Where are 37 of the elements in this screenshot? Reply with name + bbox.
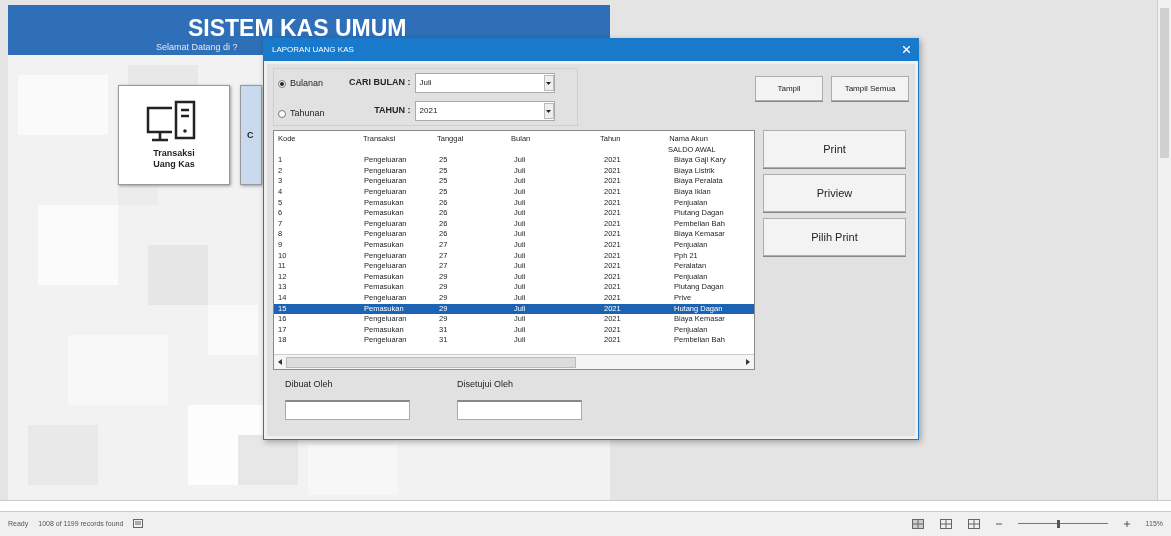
card-label: Transaksi Uang Kas: [152, 148, 196, 170]
print-button[interactable]: Print: [763, 130, 906, 168]
card-label: C: [247, 129, 254, 141]
slider-thumb[interactable]: [1056, 520, 1060, 528]
dialog-title: LAPORAN UANG KAS: [272, 44, 354, 56]
print-button[interactable]: Priview: [763, 174, 906, 212]
radio-label: Tahunan: [290, 107, 325, 121]
menu-card[interactable]: Transaksi Uang Kas: [118, 85, 230, 185]
dropdown[interactable]: 2021: [414, 101, 555, 121]
page-layout-icon[interactable]: [939, 518, 952, 530]
filter-label: TAHUN :: [373, 104, 412, 118]
page-break-icon[interactable]: [967, 518, 980, 530]
zoom-slider[interactable]: [1017, 519, 1108, 529]
radio-button[interactable]: [278, 80, 286, 88]
normal-view-icon[interactable]: [911, 518, 924, 530]
zoom-in-icon[interactable]: [1123, 518, 1130, 530]
filter-label: CARI BULAN :: [348, 76, 412, 90]
input-field[interactable]: [285, 399, 410, 420]
vertical-scrollbar[interactable]: [1157, 0, 1171, 500]
banner-title: SISTEM KAS UMUM: [188, 14, 407, 43]
horizontal-scrollbar[interactable]: [0, 500, 1171, 512]
radio-button[interactable]: [278, 110, 286, 118]
print-button[interactable]: Pilih Print: [763, 218, 906, 256]
dropdown-arrow-icon: [546, 81, 552, 85]
show-button[interactable]: Tampil: [755, 76, 823, 101]
close-icon[interactable]: [903, 44, 910, 56]
macro-icon[interactable]: [133, 518, 144, 530]
field-label: Dibuat Oleh: [285, 378, 334, 391]
show-all-button[interactable]: Tampil Semua: [831, 76, 909, 101]
input-field[interactable]: [457, 399, 582, 420]
horizontal-scrollbar[interactable]: [274, 354, 754, 369]
dropdown-arrow-icon: [546, 109, 552, 113]
radio-label: Bulanan: [290, 77, 324, 91]
field-label: Disetujui Oleh: [457, 378, 515, 391]
menu-card[interactable]: C: [240, 85, 262, 185]
dropdown[interactable]: Juli: [414, 73, 555, 93]
banner-subtitle: Selamat Datang di ?: [156, 41, 238, 54]
